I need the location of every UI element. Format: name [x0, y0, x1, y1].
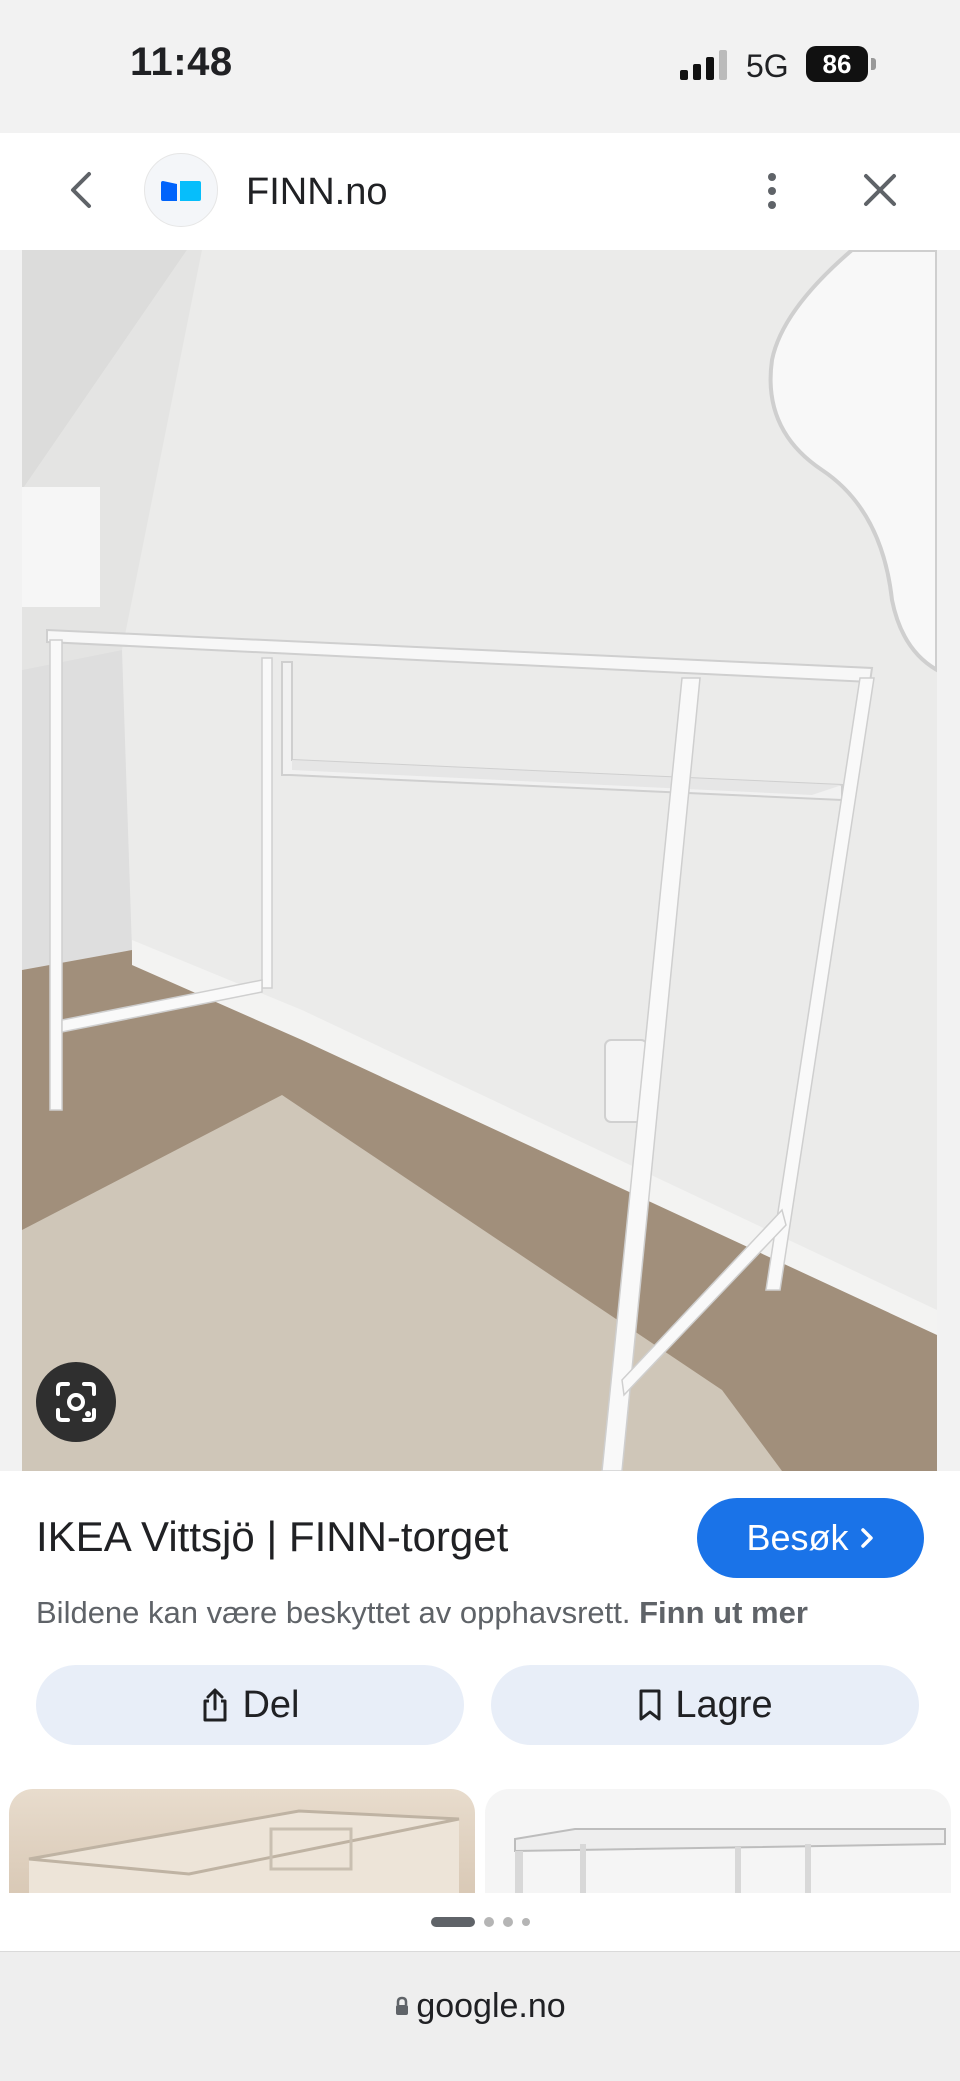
- result-info-panel: IKEA Vittsjö | FINN-torget Besøk Bildene…: [0, 1471, 960, 1893]
- save-button[interactable]: Lagre: [491, 1665, 919, 1745]
- page-dot: [521, 1918, 530, 1926]
- related-image-thumbnail[interactable]: [485, 1789, 951, 1893]
- result-title[interactable]: IKEA Vittsjö | FINN-torget: [36, 1513, 508, 1561]
- site-logo: [144, 153, 218, 227]
- url-display[interactable]: google.no: [394, 1986, 566, 2026]
- share-label: Del: [242, 1683, 300, 1726]
- chevron-left-icon: [71, 172, 91, 208]
- page-dot: [430, 1917, 475, 1927]
- status-time: 11:48: [130, 40, 233, 84]
- signal-icon: [680, 50, 727, 80]
- url-bar[interactable]: google.no: [0, 1951, 960, 2081]
- thumbnail-image: [28, 1809, 460, 1893]
- more-options-button[interactable]: [752, 169, 792, 213]
- page-dot: [483, 1917, 494, 1927]
- copyright-text: Bildene kan være beskyttet av opphavsret…: [36, 1595, 631, 1630]
- finn-logo-icon: [161, 181, 201, 201]
- battery-icon: 86: [806, 46, 876, 82]
- google-lens-icon: [56, 1382, 96, 1422]
- visit-label: Besøk: [746, 1517, 849, 1558]
- related-image-thumbnail[interactable]: [9, 1789, 475, 1893]
- page-indicator: [0, 1893, 960, 1951]
- url-domain: google.no: [416, 1986, 566, 2025]
- back-button[interactable]: [58, 168, 102, 212]
- share-icon: [203, 1688, 227, 1722]
- close-icon: [864, 174, 896, 206]
- close-button[interactable]: [858, 168, 902, 212]
- thumbnail-image: [514, 1828, 946, 1893]
- more-vert-icon: [768, 173, 776, 209]
- lock-icon: [396, 1996, 409, 2015]
- site-header: FINN.no: [0, 133, 960, 250]
- page-dot: [502, 1917, 513, 1927]
- status-bar: 11:48 5G 86: [0, 0, 960, 133]
- lens-search-button[interactable]: [36, 1362, 116, 1442]
- share-button[interactable]: Del: [36, 1665, 464, 1745]
- network-type: 5G: [746, 48, 789, 84]
- chevron-right-icon: [860, 1528, 873, 1548]
- visit-button[interactable]: Besøk: [697, 1498, 924, 1578]
- bookmark-icon: [639, 1689, 661, 1721]
- desk-photo: [22, 250, 937, 1471]
- site-name[interactable]: FINN.no: [246, 171, 387, 214]
- learn-more-link[interactable]: Finn ut mer: [639, 1595, 808, 1630]
- save-label: Lagre: [675, 1683, 773, 1726]
- result-image[interactable]: [22, 250, 937, 1471]
- copyright-notice: Bildene kan være beskyttet av opphavsret…: [36, 1595, 808, 1631]
